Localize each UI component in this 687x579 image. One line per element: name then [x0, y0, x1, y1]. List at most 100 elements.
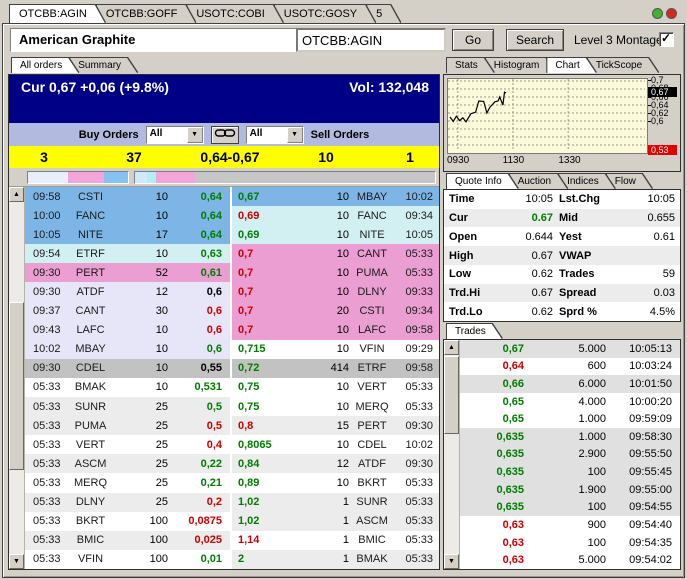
- window-tab-usotc-cobi[interactable]: USOTC:COBI: [187, 5, 282, 23]
- book-row[interactable]: 09:30PERT520,610,710PUMA05:33: [25, 263, 439, 282]
- bid-size: 25: [116, 420, 168, 432]
- chevron-down-icon[interactable]: ▼: [287, 127, 303, 143]
- window-tab-strip: OTCBB:AGINOTCBB:GOFFUSOTC:COBIUSOTC:GOSY…: [10, 3, 392, 23]
- book-row[interactable]: 05:33MERQ250,210,8910BKRT05:33: [25, 473, 439, 492]
- book-row[interactable]: 05:33VERT250,40,806510CDEL10:02: [25, 435, 439, 454]
- bid-time: 05:33: [25, 401, 65, 413]
- book-row[interactable]: 05:33SUNR250,50,7510MERQ05:33: [25, 397, 439, 416]
- book-row[interactable]: 09:37CANT300,60,720CSTI09:34: [25, 302, 439, 321]
- ask-time: 05:33: [395, 534, 439, 546]
- instrument-name: American Graphite: [10, 28, 300, 52]
- tab-all-orders[interactable]: All orders: [12, 58, 78, 73]
- tab-tickscope[interactable]: TickScope: [588, 58, 658, 73]
- bid-size: 100: [116, 553, 168, 565]
- trades-scroll-thumb[interactable]: [444, 356, 459, 434]
- sell-filter-select[interactable]: All ▼: [246, 126, 304, 144]
- bid-price: 0,5: [168, 401, 230, 413]
- book-row[interactable]: 09:54ETRF100,630,710CANT05:33: [25, 244, 439, 263]
- ask-cell: 21BMAK05:33: [232, 550, 439, 569]
- book-row[interactable]: 09:58CSTI100,640,6710MBAY10:02: [25, 187, 439, 206]
- analysis-tab-strip: StatsHistogramChartTickScope: [447, 58, 650, 73]
- bid-mm-count: 3: [9, 149, 79, 165]
- tab-histogram[interactable]: Histogram: [486, 58, 556, 73]
- price-line-chart: [448, 79, 645, 151]
- tab-trades[interactable]: Trades: [447, 324, 502, 339]
- ask-size: 15: [298, 420, 349, 432]
- bid-time: 09:30: [25, 286, 65, 298]
- quote-label: Sprd %: [559, 306, 621, 318]
- scroll-up-icon[interactable]: [9, 187, 24, 202]
- bid-time: 05:33: [25, 515, 65, 527]
- trade-time: 09:55:45: [606, 466, 680, 478]
- scroll-down-icon[interactable]: [9, 554, 24, 569]
- book-row[interactable]: 10:00FANC100,640,6910FANC09:34: [25, 206, 439, 225]
- book-row[interactable]: 05:33ASCM250,220,8412ATDF09:30: [25, 454, 439, 473]
- quote-value: 0.67: [501, 212, 559, 224]
- level3-montage-checkbox[interactable]: [659, 32, 674, 47]
- book-row[interactable]: 09:30ATDF120,60,710DLNY09:33: [25, 282, 439, 301]
- quote-label: Lst.Chg: [559, 193, 621, 205]
- ask-cell: 0,806510CDEL10:02: [232, 435, 439, 454]
- book-row[interactable]: 05:33DLNY250,21,021SUNR05:33: [25, 493, 439, 512]
- buy-filter-select[interactable]: All ▼: [146, 126, 204, 144]
- tab-indices[interactable]: Indices: [559, 174, 615, 189]
- window-tab-otcbb-goff[interactable]: OTCBB:GOFF: [97, 5, 196, 23]
- book-row[interactable]: 05:33VFIN1000,0121BMAK05:33: [25, 550, 439, 569]
- window-tab-usotc-gosy[interactable]: USOTC:GOSY: [275, 5, 375, 23]
- ask-price: 0,7: [232, 324, 298, 336]
- bid-mmid: CDEL: [65, 362, 116, 374]
- x-tick-label: 0930: [447, 155, 469, 166]
- scroll-down-icon[interactable]: [444, 554, 459, 569]
- tab-auction[interactable]: Auction: [510, 174, 567, 189]
- trade-time: 09:54:40: [606, 519, 680, 531]
- symbol-input[interactable]: [296, 28, 446, 52]
- bid-time: 09:58: [25, 191, 65, 203]
- tab-quote-info[interactable]: Quote Info: [447, 174, 518, 189]
- ask-cell: 0,7510VERT05:33: [232, 378, 439, 397]
- bid-mmid: DLNY: [65, 496, 116, 508]
- ask-time: 09:30: [395, 420, 439, 432]
- book-row[interactable]: 05:33BMAK100,5310,7510VERT05:33: [25, 378, 439, 397]
- bid-size: 17: [116, 229, 168, 241]
- book-row[interactable]: 05:33BMIC1000,0251,141BMIC05:33: [25, 531, 439, 550]
- bid-time: 05:33: [25, 381, 65, 393]
- scroll-up-icon[interactable]: [444, 340, 459, 355]
- ask-time: 05:33: [395, 267, 439, 279]
- trades-scrollbar[interactable]: [444, 340, 460, 569]
- order-filter-bar: Buy Orders All ▼ All ▼ Sell Orders: [9, 123, 439, 146]
- bid-cell: 09:30PERT520,61: [25, 263, 230, 282]
- ask-cell: 0,6910NITE10:05: [232, 225, 439, 244]
- bid-price: 0,61: [168, 267, 230, 279]
- book-row[interactable]: 05:33PUMA250,50,815PERT09:30: [25, 416, 439, 435]
- quote-value: 4.5%: [621, 306, 675, 318]
- bid-mmid: CANT: [65, 305, 116, 317]
- bid-price: 0,6: [168, 286, 230, 298]
- window-tab-otcbb-agin[interactable]: OTCBB:AGIN: [10, 5, 105, 23]
- book-scrollbar[interactable]: [9, 187, 25, 569]
- book-row[interactable]: 09:43LAFC100,60,710LAFC09:58: [25, 321, 439, 340]
- tab-stats[interactable]: Stats: [447, 58, 494, 73]
- book-row[interactable]: 09:30CDEL100,550,72414ETRF09:58: [25, 359, 439, 378]
- chevron-down-icon[interactable]: ▼: [187, 127, 203, 143]
- bid-price: 0,6: [168, 343, 230, 355]
- book-row[interactable]: 10:05NITE170,640,6910NITE10:05: [25, 225, 439, 244]
- book-row[interactable]: 10:02MBAY100,60,71510VFIN09:29: [25, 340, 439, 359]
- trade-price: 0,65: [460, 413, 524, 425]
- search-button[interactable]: Search: [506, 29, 564, 51]
- go-button[interactable]: Go: [452, 29, 494, 51]
- low-price-marker: 0,53: [648, 145, 677, 155]
- bid-cell: 05:33ASCM250,22: [25, 454, 230, 473]
- bid-mmid: ATDF: [65, 286, 116, 298]
- ask-price: 2: [232, 553, 298, 565]
- trade-price: 0,635: [460, 466, 524, 478]
- tab-summary[interactable]: Summary: [70, 58, 137, 73]
- bid-time: 09:30: [25, 267, 65, 279]
- quote-label: Mid: [559, 212, 621, 224]
- trades-panel: 0,675.00010:05:130,6460010:03:240,666.00…: [443, 339, 681, 570]
- ask-time: 09:30: [395, 458, 439, 470]
- ask-price: 0,84: [232, 458, 298, 470]
- link-buy-sell-button[interactable]: [211, 126, 239, 144]
- book-scroll-thumb[interactable]: [9, 302, 24, 470]
- tab-chart[interactable]: Chart: [547, 58, 595, 73]
- book-row[interactable]: 05:33BKRT1000,08751,021ASCM05:33: [25, 512, 439, 531]
